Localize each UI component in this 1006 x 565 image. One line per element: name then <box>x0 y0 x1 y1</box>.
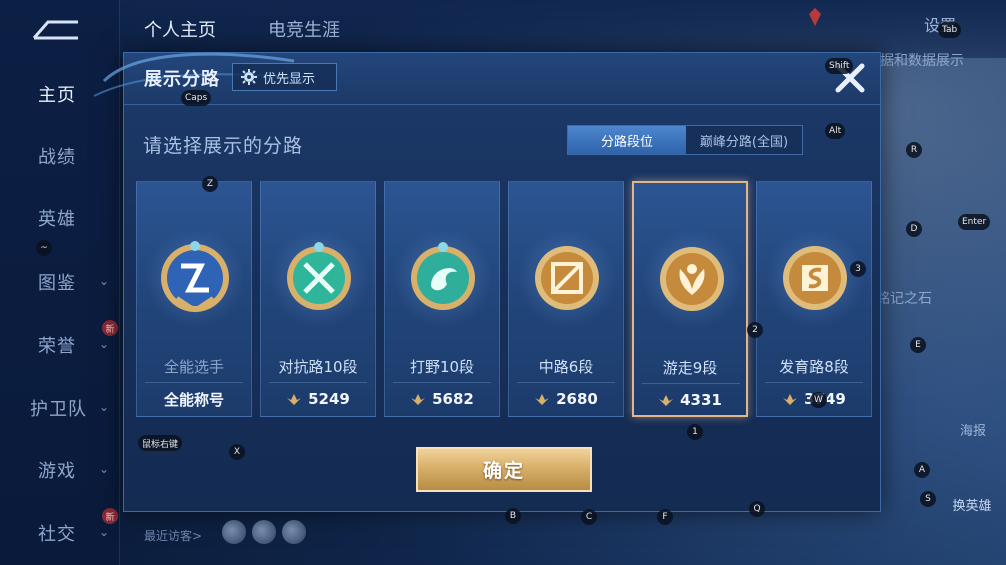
avatar[interactable] <box>252 520 276 544</box>
key-hint: W <box>810 392 827 408</box>
lane-label: 全能选手 <box>163 358 224 376</box>
display-lane-dialog: 展示分路 优先显示 请选择展示的分路 分路段位 巅峰分路(全国) 全能选手 全能… <box>94 52 881 512</box>
key-hint: 2 <box>747 322 763 338</box>
memorial-stone-label: 铭记之石 <box>876 291 932 307</box>
lane-label: 打野10段 <box>409 358 475 376</box>
crown-icon <box>535 394 550 405</box>
key-hint: 鼠标右键 <box>138 435 183 451</box>
swap-hero-button[interactable]: 换英雄 <box>944 495 1000 514</box>
confirm-button[interactable]: 确定 <box>416 447 592 492</box>
tab-esports-career[interactable]: 电竞生涯 <box>268 16 340 42</box>
key-hint: Enter <box>958 214 991 230</box>
lane-label: 对抗路10段 <box>278 358 358 376</box>
lane-label: 游走9段 <box>662 359 718 377</box>
lane-card-farm[interactable]: 发育路8段 3749 <box>756 181 872 417</box>
key-hint: 3 <box>850 261 866 277</box>
lane-label: 中路6段 <box>538 358 594 376</box>
dialog-subtitle: 请选择展示的分路 <box>143 135 304 157</box>
key-hint: C <box>581 509 597 525</box>
chevron-down-icon: ⌄ <box>98 462 110 476</box>
priority-display-button[interactable]: 优先显示 <box>232 63 337 91</box>
nav-item-heroes[interactable]: 英雄 <box>0 198 120 238</box>
vip-badge <box>805 6 895 28</box>
lane-score: 5682 <box>385 388 499 410</box>
lane-card-clash[interactable]: 对抗路10段 5249 <box>260 181 376 417</box>
lane-score: 2680 <box>509 388 623 410</box>
key-hint: ~ <box>36 240 52 256</box>
chevron-down-icon: ⌄ <box>98 274 110 288</box>
crown-icon <box>783 394 798 405</box>
recent-visitors-link[interactable]: 最近访客> <box>144 527 202 544</box>
lane-score: 4331 <box>634 389 746 411</box>
lane-card-all-round[interactable]: 全能选手 全能称号 <box>136 181 252 417</box>
farm-lane-emblem-icon <box>783 246 847 310</box>
key-hint: D <box>906 221 922 237</box>
lane-card-list: 全能选手 全能称号 对抗路10段 5249 打野10段 5682 中路6段 26… <box>136 181 874 417</box>
poster-button[interactable]: 海报 <box>950 420 996 439</box>
crown-icon <box>287 394 302 405</box>
clash-lane-emblem-icon <box>287 242 351 310</box>
key-hint: Caps <box>181 90 212 106</box>
rank-type-toggle: 分路段位 巅峰分路(全国) <box>567 125 803 155</box>
key-hint: Q <box>749 501 765 517</box>
chevron-down-icon: ⌄ <box>98 400 110 414</box>
nav-item-guard-team[interactable]: 护卫队 ⌄ <box>0 388 120 428</box>
tab-lane-rank[interactable]: 分路段位 <box>568 126 686 154</box>
key-hint: Alt <box>825 123 846 139</box>
tab-peak-lane-national[interactable]: 巅峰分路(全国) <box>686 126 802 154</box>
nav-item-record[interactable]: 战绩 <box>0 136 120 176</box>
key-hint: R <box>906 142 922 158</box>
mid-lane-emblem-icon <box>535 246 599 310</box>
nav-item-games[interactable]: 游戏 ⌄ <box>0 450 120 490</box>
all-round-emblem-icon <box>161 241 229 313</box>
key-hint: Shift <box>825 58 854 74</box>
gear-icon <box>241 69 257 85</box>
data-display-label: 据和数据展示 <box>880 53 964 69</box>
lane-label: 发育路8段 <box>779 358 849 376</box>
nav-item-codex[interactable]: 图鉴 ⌄ <box>0 262 120 302</box>
jungle-emblem-icon <box>411 242 475 310</box>
chevron-down-icon: ⌄ <box>98 337 110 351</box>
lane-score: 全能称号 <box>163 390 224 409</box>
new-badge: 新 <box>102 320 118 336</box>
avatar[interactable] <box>282 520 306 544</box>
key-hint: Z <box>202 176 218 192</box>
dialog-title: 展示分路 <box>144 69 220 90</box>
key-hint: S <box>920 491 936 507</box>
tab-personal-home[interactable]: 个人主页 <box>144 16 216 42</box>
key-hint: E <box>910 337 926 353</box>
key-hint: B <box>505 508 521 524</box>
key-hint: 1 <box>687 424 703 440</box>
lane-card-mid[interactable]: 中路6段 2680 <box>508 181 624 417</box>
crown-icon <box>659 395 674 406</box>
back-icon[interactable] <box>28 16 84 44</box>
crown-icon <box>411 394 426 405</box>
key-hint: F <box>657 509 673 525</box>
key-hint: X <box>229 444 245 460</box>
avatar[interactable] <box>222 520 246 544</box>
vip-icon <box>809 8 821 26</box>
lane-card-roam[interactable]: 游走9段 4331 <box>632 181 748 417</box>
roam-emblem-icon <box>660 247 724 311</box>
key-hint: Tab <box>938 22 962 38</box>
lane-score: 5249 <box>261 388 375 410</box>
lane-card-jungle[interactable]: 打野10段 5682 <box>384 181 500 417</box>
key-hint: A <box>914 462 930 478</box>
chevron-down-icon: ⌄ <box>98 525 110 539</box>
new-badge: 新 <box>102 508 118 524</box>
